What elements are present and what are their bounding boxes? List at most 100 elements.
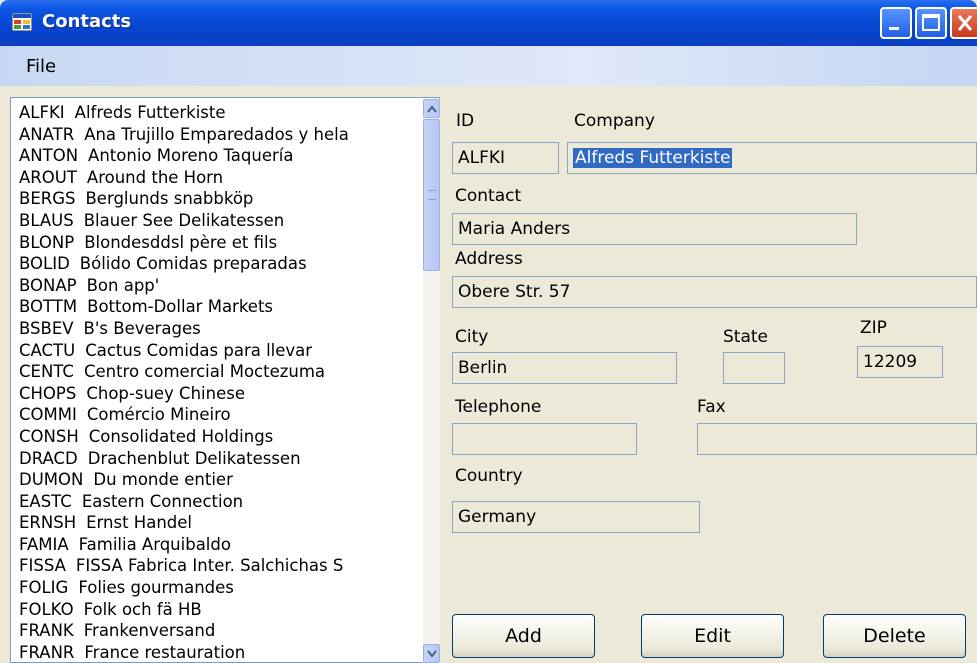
window-title: Contacts (42, 11, 132, 32)
maximize-icon (922, 14, 940, 31)
list-item[interactable]: CONSH Consolidated Holdings (19, 426, 414, 448)
list-scrollbar[interactable] (423, 99, 440, 663)
contacts-listbox[interactable]: ALFKI Alfreds Futterkiste ANATR Ana Trujill… (10, 97, 440, 663)
customer-code: FISSA (19, 556, 66, 576)
address-field[interactable]: Obere Str. 57 (452, 276, 977, 308)
customer-name: Cactus Comidas para llevar (85, 340, 313, 360)
customer-name: FISSA Fabrica Inter. Salchichas S (75, 556, 344, 576)
customer-name: Bon app' (86, 275, 160, 295)
menu-file[interactable]: File (26, 56, 56, 77)
customer-name: Drachenblut Delikatessen (87, 448, 301, 468)
delete-button[interactable]: Delete (823, 614, 966, 658)
customer-name: Blauer See Delikatessen (83, 210, 285, 230)
state-label: State (723, 327, 768, 347)
chevron-up-icon (427, 105, 437, 113)
customer-name: B's Beverages (83, 318, 201, 338)
company-field[interactable]: Alfreds Futterkiste (567, 142, 977, 174)
list-item[interactable]: DRACD Drachenblut Delikatessen (19, 448, 414, 470)
customer-name: Bólido Comidas preparadas (79, 254, 307, 274)
title-bar[interactable]: Contacts (0, 0, 977, 46)
contact-field[interactable]: Maria Anders (452, 213, 857, 245)
list-item[interactable]: ALFKI Alfreds Futterkiste (19, 102, 414, 124)
list-item[interactable]: FAMIA Familia Arquibaldo (19, 534, 414, 556)
maximize-button[interactable] (915, 7, 947, 39)
fax-label: Fax (697, 397, 726, 417)
list-item[interactable]: ANTON Antonio Moreno Taquería (19, 145, 414, 167)
contact-label: Contact (455, 186, 522, 206)
add-button[interactable]: Add (452, 614, 595, 658)
customer-name: Consolidated Holdings (88, 426, 274, 446)
minimize-button[interactable] (880, 7, 912, 39)
customer-name: Berglunds snabbköp (85, 189, 254, 209)
customer-code: COMMI (19, 405, 77, 425)
telephone-field[interactable] (452, 423, 637, 455)
id-field[interactable]: ALFKI (452, 142, 559, 174)
app-icon (12, 13, 32, 31)
customer-code: CENTC (19, 362, 74, 382)
customer-name: Antonio Moreno Taquería (88, 146, 294, 166)
list-item[interactable]: BLONP Blondesddsl père et fils (19, 232, 414, 254)
customer-name: Ana Trujillo Emparedados y hela (84, 124, 349, 144)
zip-field[interactable]: 12209 (857, 346, 943, 378)
list-item[interactable]: ERNSH Ernst Handel (19, 512, 414, 534)
customer-code: DRACD (19, 448, 78, 468)
customer-name: Familia Arquibaldo (78, 534, 231, 554)
scroll-down-button[interactable] (423, 644, 440, 663)
customer-code: ERNSH (19, 513, 77, 533)
list-item[interactable]: COMMI Comércio Mineiro (19, 404, 414, 426)
customer-name: Around the Horn (86, 167, 224, 187)
list-item[interactable]: DUMON Du monde entier (19, 469, 414, 491)
fax-field[interactable] (697, 423, 977, 455)
customer-code: ANTON (19, 146, 79, 166)
list-item[interactable]: BSBEV B's Beverages (19, 318, 414, 340)
customer-name: Blondesddsl père et fils (84, 232, 278, 252)
customer-code: FAMIA (19, 534, 69, 554)
customer-name: Frankenversand (83, 621, 216, 641)
edit-button[interactable]: Edit (641, 614, 784, 658)
list-item[interactable]: BOTTM Bottom-Dollar Markets (19, 296, 414, 318)
zip-label: ZIP (860, 318, 887, 338)
customer-name: Bottom-Dollar Markets (87, 297, 274, 317)
list-item[interactable]: CACTU Cactus Comidas para llevar (19, 340, 414, 362)
list-item[interactable]: BOLID Bólido Comidas preparadas (19, 253, 414, 275)
list-item[interactable]: CHOPS Chop-suey Chinese (19, 383, 414, 405)
customer-code: CACTU (19, 340, 76, 360)
list-item[interactable]: AROUT Around the Horn (19, 167, 414, 189)
customer-code: DUMON (19, 470, 84, 490)
scroll-up-button[interactable] (423, 99, 440, 118)
list-item[interactable]: BLAUS Blauer See Delikatessen (19, 210, 414, 232)
country-field[interactable]: Germany (452, 501, 700, 533)
customer-name: Comércio Mineiro (86, 405, 231, 425)
country-label: Country (455, 466, 523, 486)
close-button[interactable] (950, 7, 977, 39)
list-item[interactable]: ANATR Ana Trujillo Emparedados y hela (19, 124, 414, 146)
menu-bar: File (0, 46, 977, 86)
id-label: ID (456, 111, 475, 131)
customer-code: FRANK (19, 621, 74, 641)
customer-code: BOTTM (19, 297, 78, 317)
list-item[interactable]: FOLIG Folies gourmandes (19, 577, 414, 599)
city-field[interactable]: Berlin (452, 352, 677, 384)
customer-code: BOLID (19, 254, 70, 274)
company-field-text: Alfreds Futterkiste (573, 148, 733, 168)
list-item[interactable]: FISSA FISSA Fabrica Inter. Salchichas S (19, 555, 414, 577)
list-item[interactable]: EASTC Eastern Connection (19, 491, 414, 513)
customer-code: CONSH (19, 426, 79, 446)
contacts-list[interactable]: ALFKI Alfreds Futterkiste ANATR Ana Trujill… (19, 102, 414, 662)
city-label: City (455, 327, 489, 347)
customer-name: Chop-suey Chinese (86, 383, 245, 403)
list-item[interactable]: FOLKO Folk och fä HB (19, 599, 414, 621)
list-item[interactable]: CENTC Centro comercial Moctezuma (19, 361, 414, 383)
customer-name: Folies gourmandes (78, 578, 234, 598)
close-icon (957, 15, 973, 31)
customer-name: Ernst Handel (86, 513, 192, 533)
list-item[interactable]: BERGS Berglunds snabbköp (19, 188, 414, 210)
list-item[interactable]: BONAP Bon app' (19, 275, 414, 297)
company-label: Company (574, 111, 655, 131)
customer-name: Folk och fä HB (83, 599, 202, 619)
state-field[interactable] (723, 352, 785, 384)
customer-name: Centro comercial Moctezuma (83, 362, 326, 382)
chevron-down-icon (427, 650, 437, 658)
scroll-thumb[interactable] (423, 119, 440, 271)
list-item[interactable]: FRANK Frankenversand (19, 620, 414, 642)
